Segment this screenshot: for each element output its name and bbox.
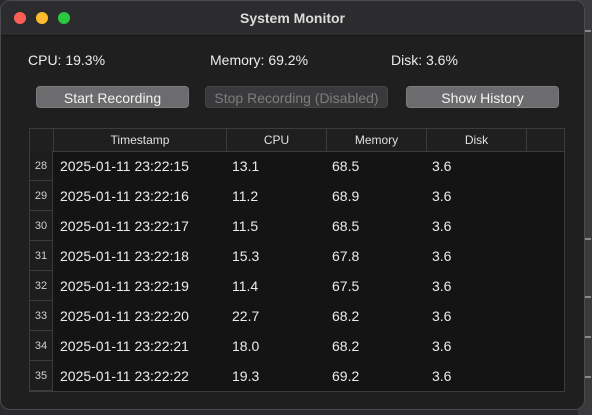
row-number[interactable]: 33 [30,301,53,331]
table-row[interactable]: 29 2025-01-11 23:22:16 11.2 68.9 3.6 [30,181,564,211]
cpu-cell: 11.2 [232,188,259,204]
row-number[interactable]: 32 [30,271,53,301]
timestamp-cell: 2025-01-11 23:22:18 [60,248,189,264]
memory-cell: 68.5 [332,218,360,234]
timestamp-cell: 2025-01-11 23:22:20 [60,308,189,324]
column-header-timestamp[interactable]: Timestamp [53,129,226,151]
row-number[interactable]: 34 [30,331,53,361]
row-number[interactable]: 35 [30,361,53,391]
window-title: System Monitor [239,10,345,26]
cpu-cell: 19.3 [232,368,260,384]
memory-cell: 67.5 [332,278,360,294]
cpu-cell: 11.4 [232,278,259,294]
disk-cell: 3.6 [432,248,452,264]
memory-cell: 68.5 [332,158,360,174]
show-history-button[interactable]: Show History [406,86,559,108]
cpu-cell: 15.3 [232,248,260,264]
cpu-cell: 13.1 [232,158,260,174]
row-number[interactable]: 30 [30,211,53,241]
stop-recording-button[interactable]: Stop Recording (Disabled) [205,86,388,108]
memory-cell: 68.2 [332,308,360,324]
row-number-header[interactable] [30,129,53,151]
memory-cell: 67.8 [332,248,360,264]
start-recording-button[interactable]: Start Recording [36,86,189,108]
table-row[interactable]: 30 2025-01-11 23:22:17 11.5 68.5 3.6 [30,211,564,241]
row-number[interactable]: 31 [30,241,53,271]
timestamp-cell: 2025-01-11 23:22:16 [60,188,189,204]
timestamp-cell: 2025-01-11 23:22:15 [60,158,189,174]
column-header-memory[interactable]: Memory [326,129,426,151]
disk-cell: 3.6 [432,368,452,384]
table-row[interactable]: 31 2025-01-11 23:22:18 15.3 67.8 3.6 [30,241,564,271]
disk-cell: 3.6 [432,158,452,174]
disk-cell: 3.6 [432,278,452,294]
column-header-disk[interactable]: Disk [426,129,526,151]
memory-stat: Memory: 69.2% [210,52,309,68]
memory-cell: 68.2 [332,338,360,354]
timestamp-cell: 2025-01-11 23:22:17 [60,218,189,234]
table-row[interactable]: 35 2025-01-11 23:22:22 19.3 69.2 3.6 [30,361,564,391]
timestamp-cell: 2025-01-11 23:22:19 [60,278,189,294]
table-row[interactable]: 33 2025-01-11 23:22:20 22.7 68.2 3.6 [30,301,564,331]
table-row[interactable]: 28 2025-01-11 23:22:15 13.1 68.5 3.6 [30,151,564,181]
title-bar[interactable]: System Monitor [1,1,584,36]
table-row[interactable]: 34 2025-01-11 23:22:21 18.0 68.2 3.6 [30,331,564,361]
disk-cell: 3.6 [432,338,452,354]
timestamp-cell: 2025-01-11 23:22:21 [60,338,189,354]
disk-cell: 3.6 [432,218,452,234]
memory-cell: 69.2 [332,368,360,384]
cpu-cell: 11.5 [232,218,259,234]
cpu-cell: 22.7 [232,308,260,324]
memory-cell: 68.9 [332,188,360,204]
system-monitor-window: System Monitor CPU: 19.3% Memory: 69.2% … [0,0,585,410]
column-header-cpu[interactable]: CPU [226,129,326,151]
cpu-stat: CPU: 19.3% [28,52,106,68]
disk-cell: 3.6 [432,308,452,324]
disk-stat: Disk: 3.6% [391,52,458,68]
cpu-cell: 18.0 [232,338,260,354]
table-row[interactable]: 32 2025-01-11 23:22:19 11.4 67.5 3.6 [30,271,564,301]
disk-cell: 3.6 [432,188,452,204]
timestamp-cell: 2025-01-11 23:22:22 [60,368,189,384]
row-number[interactable]: 28 [30,151,53,181]
row-number[interactable]: 29 [30,181,53,211]
table-header: Timestamp CPU Memory Disk [30,129,564,152]
data-table: Timestamp CPU Memory Disk 28 2025-01-11 2… [29,128,565,392]
column-header-filler [526,129,564,151]
